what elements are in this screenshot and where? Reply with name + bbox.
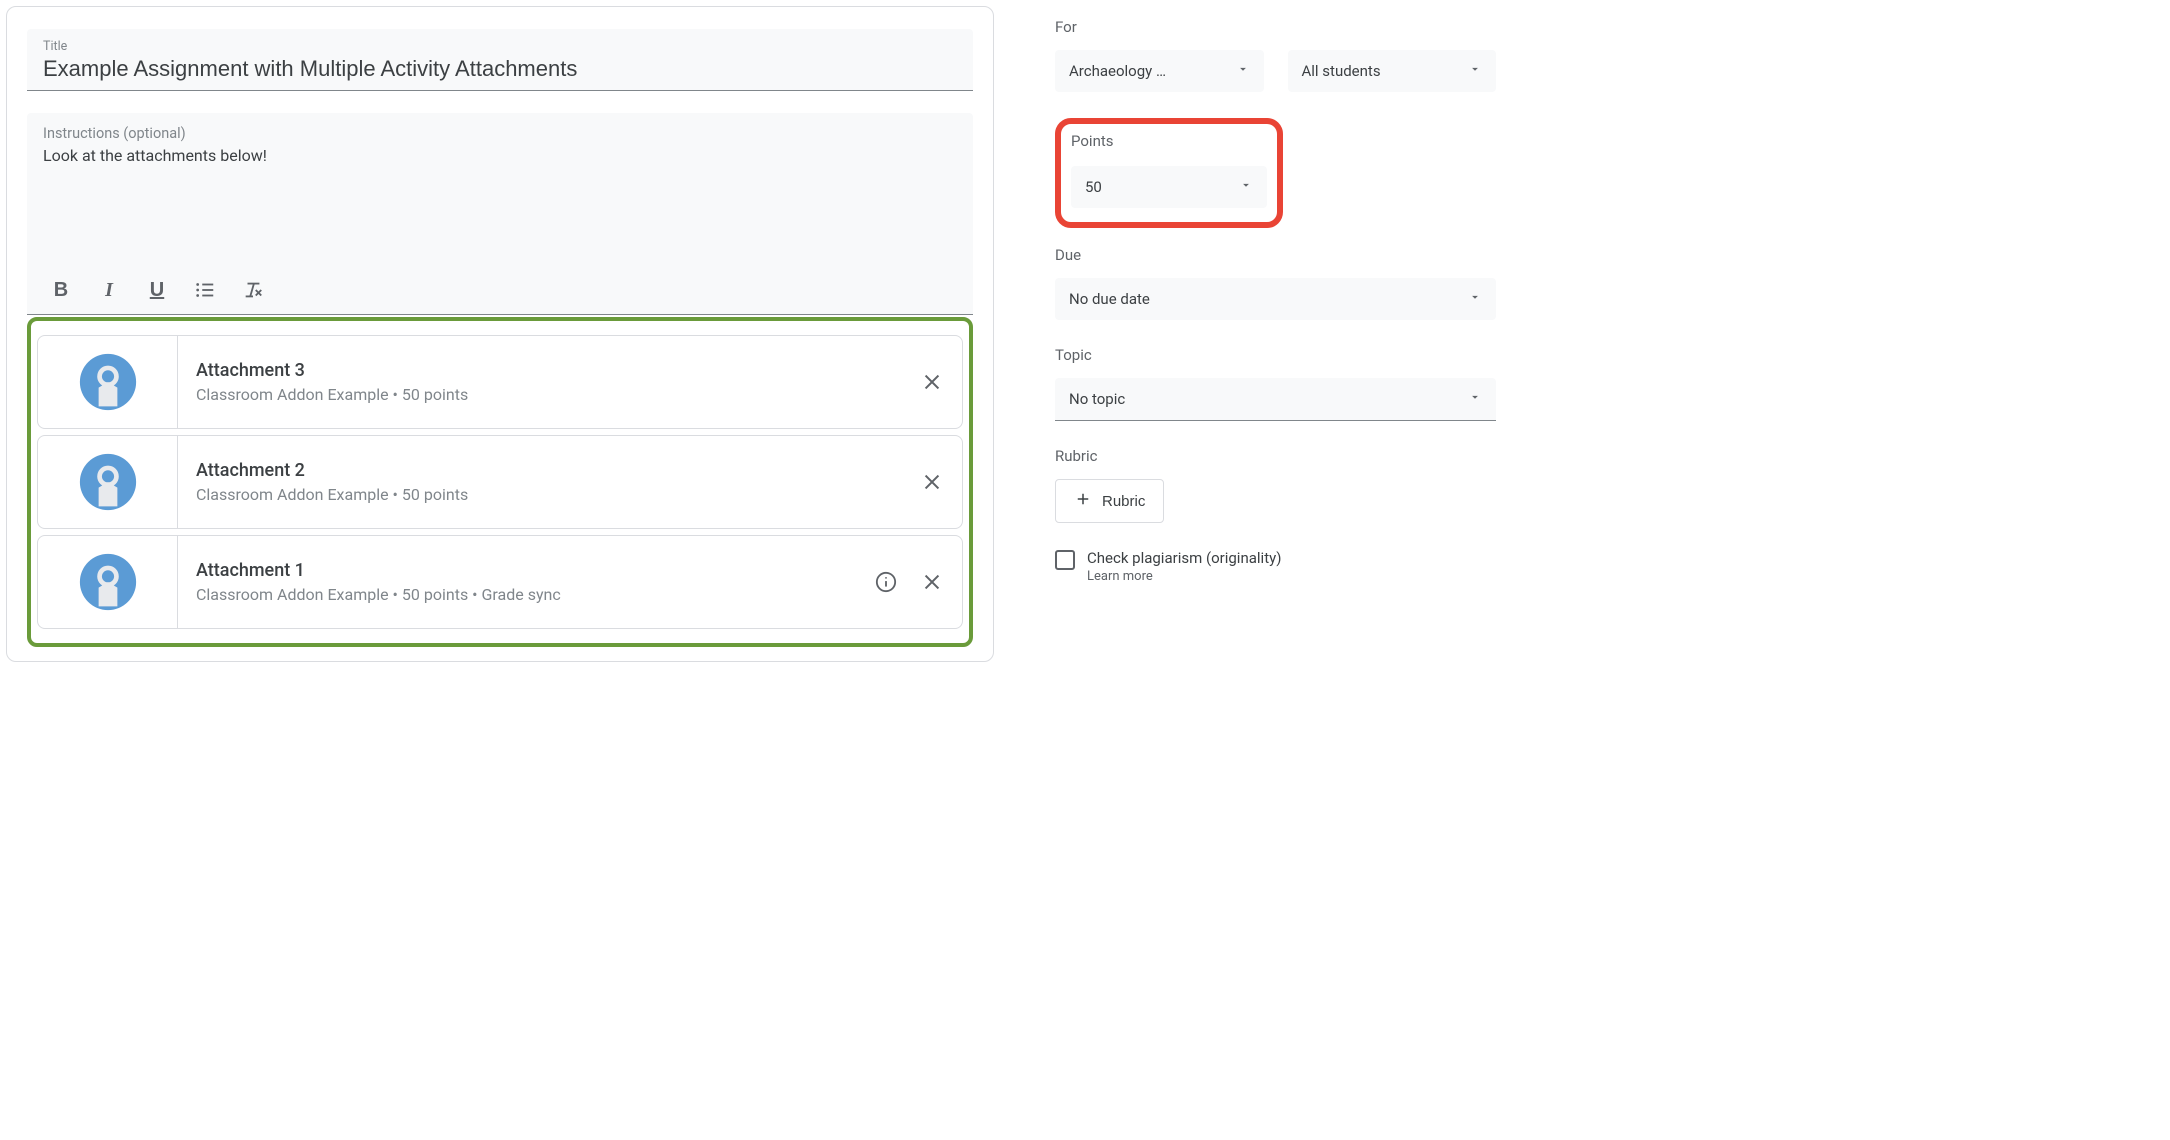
attachment-body: Attachment 3 Classroom Addon Example • 5… bbox=[178, 336, 920, 428]
topic-select[interactable]: No topic bbox=[1055, 378, 1496, 421]
caret-down-icon bbox=[1468, 390, 1482, 408]
attachment-card[interactable]: Attachment 3 Classroom Addon Example • 5… bbox=[37, 335, 963, 429]
points-value: 50 bbox=[1085, 178, 1102, 196]
title-input[interactable] bbox=[43, 56, 957, 82]
for-label: For bbox=[1055, 18, 1496, 36]
class-select[interactable]: Archaeology … bbox=[1055, 50, 1264, 92]
students-select[interactable]: All students bbox=[1288, 50, 1497, 92]
due-date-value: No due date bbox=[1069, 290, 1150, 308]
clear-format-button[interactable] bbox=[241, 278, 265, 302]
attachment-subtitle: Classroom Addon Example • 50 points bbox=[196, 485, 902, 504]
attachment-card[interactable]: Attachment 2 Classroom Addon Example • 5… bbox=[37, 435, 963, 529]
caret-down-icon bbox=[1468, 290, 1482, 308]
attachment-subtitle: Classroom Addon Example • 50 points bbox=[196, 385, 902, 404]
attachment-body: Attachment 1 Classroom Addon Example • 5… bbox=[178, 536, 874, 628]
title-label: Title bbox=[43, 39, 957, 54]
attachment-title: Attachment 2 bbox=[196, 460, 902, 481]
instructions-field[interactable]: Instructions (optional) Look at the atta… bbox=[27, 113, 973, 315]
plagiarism-label: Check plagiarism (originality) bbox=[1087, 549, 1281, 567]
attachment-subtitle: Classroom Addon Example • 50 points • Gr… bbox=[196, 585, 856, 604]
attachment-icon bbox=[38, 436, 178, 528]
attachment-title: Attachment 1 bbox=[196, 560, 856, 581]
plus-icon bbox=[1074, 490, 1092, 512]
add-rubric-button[interactable]: Rubric bbox=[1055, 479, 1164, 523]
students-select-value: All students bbox=[1302, 62, 1381, 80]
remove-attachment-button[interactable] bbox=[920, 370, 944, 394]
remove-attachment-button[interactable] bbox=[920, 470, 944, 494]
attachments-highlight: Attachment 3 Classroom Addon Example • 5… bbox=[27, 317, 973, 647]
due-label: Due bbox=[1055, 246, 1496, 264]
class-select-value: Archaeology … bbox=[1069, 62, 1166, 80]
points-highlight: Points 50 bbox=[1055, 118, 1283, 228]
attachment-icon bbox=[38, 536, 178, 628]
attachment-icon bbox=[38, 336, 178, 428]
due-date-select[interactable]: No due date bbox=[1055, 278, 1496, 320]
format-toolbar: B I U bbox=[43, 266, 957, 302]
rubric-button-label: Rubric bbox=[1102, 493, 1145, 510]
instructions-input[interactable]: Look at the attachments below! bbox=[43, 146, 957, 266]
points-label: Points bbox=[1071, 132, 1267, 150]
attachment-card[interactable]: Attachment 1 Classroom Addon Example • 5… bbox=[37, 535, 963, 629]
info-icon[interactable] bbox=[874, 570, 898, 594]
bullet-list-button[interactable] bbox=[193, 278, 217, 302]
learn-more-link[interactable]: Learn more bbox=[1087, 569, 1281, 584]
caret-down-icon bbox=[1239, 178, 1253, 196]
points-select[interactable]: 50 bbox=[1071, 166, 1267, 208]
caret-down-icon bbox=[1468, 62, 1482, 80]
topic-value: No topic bbox=[1069, 390, 1125, 408]
topic-label: Topic bbox=[1055, 346, 1496, 364]
plagiarism-checkbox[interactable] bbox=[1055, 550, 1075, 570]
title-field[interactable]: Title bbox=[27, 29, 973, 91]
bold-button[interactable]: B bbox=[49, 278, 73, 302]
underline-button[interactable]: U bbox=[145, 278, 169, 302]
attachment-body: Attachment 2 Classroom Addon Example • 5… bbox=[178, 436, 920, 528]
instructions-label: Instructions (optional) bbox=[43, 125, 957, 142]
italic-button[interactable]: I bbox=[97, 278, 121, 302]
rubric-label: Rubric bbox=[1055, 447, 1496, 465]
caret-down-icon bbox=[1236, 62, 1250, 80]
attachment-title: Attachment 3 bbox=[196, 360, 902, 381]
remove-attachment-button[interactable] bbox=[920, 570, 944, 594]
assignment-card: Title Instructions (optional) Look at th… bbox=[6, 6, 994, 662]
